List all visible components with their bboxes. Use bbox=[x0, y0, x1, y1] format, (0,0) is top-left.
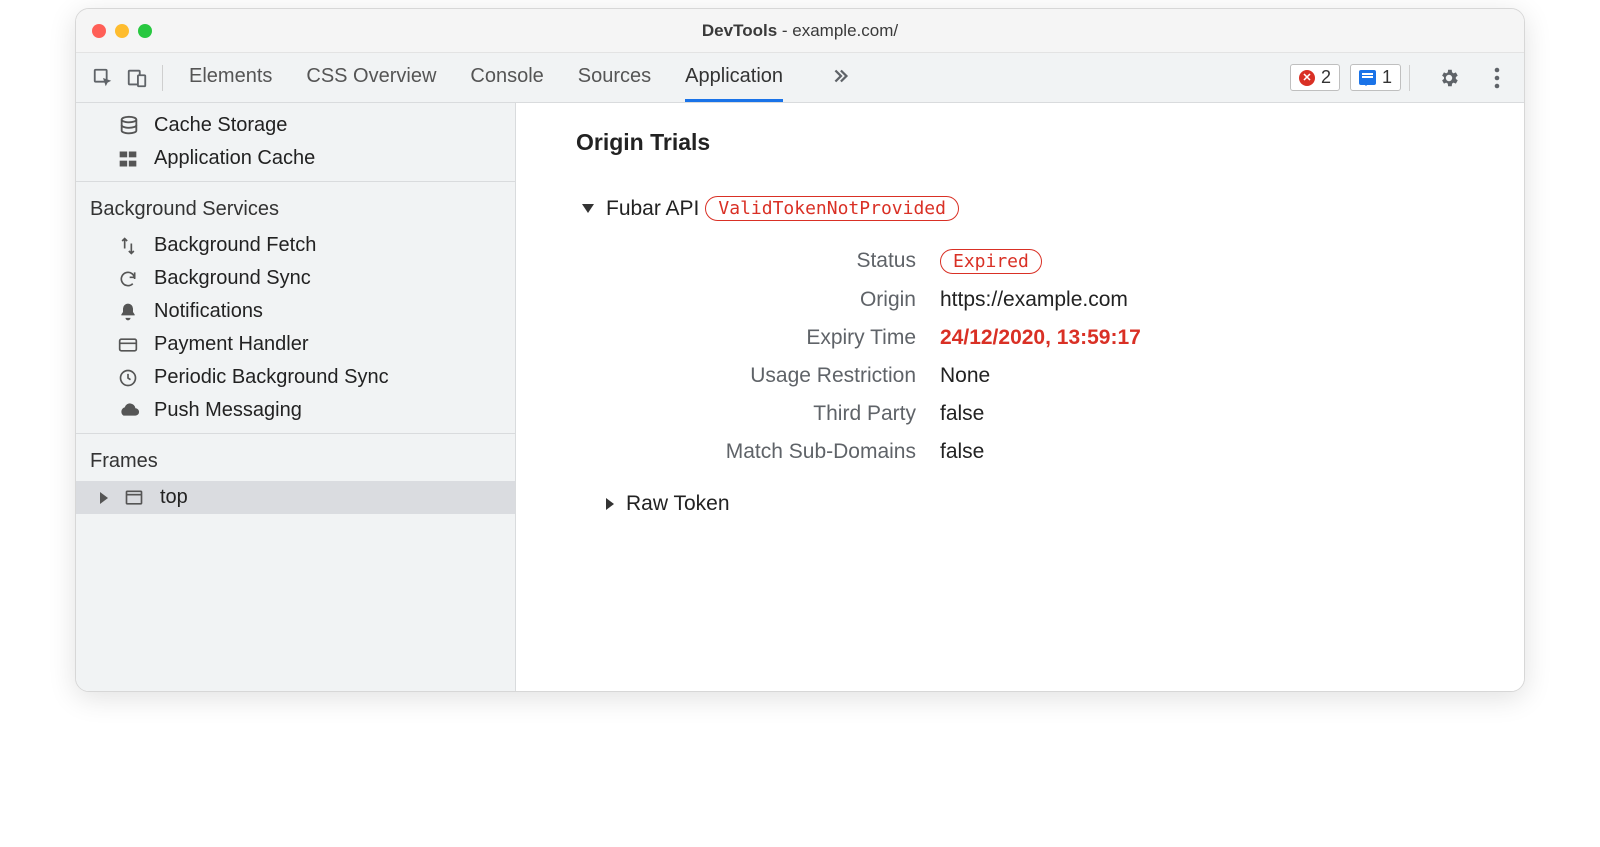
sidebar-item-frame-top[interactable]: top bbox=[76, 481, 515, 514]
tab-css-overview[interactable]: CSS Overview bbox=[306, 53, 436, 102]
trial-details-grid: Status Expired Origin https://example.co… bbox=[616, 249, 1464, 464]
status-pill: Expired bbox=[940, 249, 1042, 274]
sidebar-item-label: Periodic Background Sync bbox=[154, 366, 389, 389]
devtools-window: DevTools - example.com/ Elements CSS Ove… bbox=[75, 8, 1525, 692]
third-party-value: false bbox=[940, 402, 1464, 426]
titlebar: DevTools - example.com/ bbox=[76, 9, 1524, 53]
console-status-chips: ✕ 2 1 bbox=[1290, 64, 1401, 91]
expand-triangle-icon[interactable] bbox=[100, 492, 108, 504]
raw-token-label: Raw Token bbox=[626, 492, 730, 516]
sidebar-item-payment-handler[interactable]: Payment Handler bbox=[76, 328, 515, 361]
match-subdomains-label: Match Sub-Domains bbox=[616, 440, 916, 464]
toolbar-right-icons bbox=[1432, 61, 1514, 95]
sidebar-item-label: Cache Storage bbox=[154, 114, 287, 137]
sidebar-item-cache-storage[interactable]: Cache Storage bbox=[76, 109, 515, 142]
sidebar-item-background-sync[interactable]: Background Sync bbox=[76, 262, 515, 295]
sidebar-item-application-cache[interactable]: Application Cache bbox=[76, 142, 515, 175]
trial-name: Fubar API bbox=[606, 197, 699, 221]
toolbar: Elements CSS Overview Console Sources Ap… bbox=[76, 53, 1524, 103]
cache-section: Cache Storage Application Cache bbox=[76, 103, 515, 182]
grid-icon bbox=[118, 149, 142, 169]
usage-restriction-value: None bbox=[940, 364, 1464, 388]
sidebar-item-label: Push Messaging bbox=[154, 399, 302, 422]
more-menu-icon[interactable] bbox=[1480, 61, 1514, 95]
status-value: Expired bbox=[940, 249, 1464, 274]
cloud-icon bbox=[118, 401, 142, 421]
usage-restriction-label: Usage Restriction bbox=[616, 364, 916, 388]
expiry-label: Expiry Time bbox=[616, 326, 916, 350]
trial-header-row[interactable]: Fubar API ValidTokenNotProvided bbox=[582, 196, 1464, 221]
panel-body: Cache Storage Application Cache Backgrou… bbox=[76, 103, 1524, 691]
tab-sources[interactable]: Sources bbox=[578, 53, 651, 102]
tabs-overflow-button[interactable] bbox=[829, 53, 851, 102]
third-party-label: Third Party bbox=[616, 402, 916, 426]
panel-tabs: Elements CSS Overview Console Sources Ap… bbox=[189, 53, 1280, 102]
messages-count: 1 bbox=[1382, 67, 1392, 88]
minimize-window-button[interactable] bbox=[115, 24, 129, 38]
frames-header: Frames bbox=[76, 440, 515, 481]
toolbar-separator bbox=[162, 65, 163, 91]
sidebar-item-label: top bbox=[160, 486, 188, 509]
sidebar-item-label: Payment Handler bbox=[154, 333, 309, 356]
sidebar-item-label: Notifications bbox=[154, 300, 263, 323]
fullscreen-window-button[interactable] bbox=[138, 24, 152, 38]
settings-gear-icon[interactable] bbox=[1432, 61, 1466, 95]
sidebar-item-push-messaging[interactable]: Push Messaging bbox=[76, 394, 515, 427]
background-services-header: Background Services bbox=[76, 188, 515, 229]
fetch-arrows-icon bbox=[118, 236, 142, 256]
credit-card-icon bbox=[118, 335, 142, 355]
errors-chip[interactable]: ✕ 2 bbox=[1290, 64, 1340, 91]
background-services-section: Background Services Background Fetch Bac… bbox=[76, 182, 515, 434]
sidebar-item-label: Background Sync bbox=[154, 267, 311, 290]
origin-value: https://example.com bbox=[940, 288, 1464, 312]
sidebar-item-label: Application Cache bbox=[154, 147, 315, 170]
sidebar-item-notifications[interactable]: Notifications bbox=[76, 295, 515, 328]
origin-label: Origin bbox=[616, 288, 916, 312]
database-icon bbox=[118, 115, 142, 137]
title-url: example.com/ bbox=[792, 21, 898, 40]
title-sep: - bbox=[777, 21, 792, 40]
expiry-value: 24/12/2020, 13:59:17 bbox=[940, 326, 1464, 350]
status-label: Status bbox=[616, 249, 916, 274]
clock-icon bbox=[118, 368, 142, 388]
raw-token-row[interactable]: Raw Token bbox=[606, 492, 1464, 516]
tab-elements[interactable]: Elements bbox=[189, 53, 272, 102]
match-subdomains-value: false bbox=[940, 440, 1464, 464]
window-title: DevTools - example.com/ bbox=[76, 21, 1524, 41]
main-content: Origin Trials Fubar API ValidTokenNotPro… bbox=[516, 103, 1524, 691]
sync-icon bbox=[118, 269, 142, 289]
trial-status-pill: ValidTokenNotProvided bbox=[705, 196, 959, 221]
device-toggle-icon[interactable] bbox=[120, 61, 154, 95]
error-icon: ✕ bbox=[1299, 70, 1315, 86]
close-window-button[interactable] bbox=[92, 24, 106, 38]
frame-icon bbox=[124, 488, 148, 508]
frames-section: Frames top bbox=[76, 434, 515, 514]
messages-chip[interactable]: 1 bbox=[1350, 64, 1401, 91]
sidebar-item-periodic-background-sync[interactable]: Periodic Background Sync bbox=[76, 361, 515, 394]
errors-count: 2 bbox=[1321, 67, 1331, 88]
expand-triangle-icon[interactable] bbox=[606, 498, 614, 510]
tab-console[interactable]: Console bbox=[470, 53, 543, 102]
bell-icon bbox=[118, 302, 142, 322]
origin-trials-heading: Origin Trials bbox=[576, 129, 1464, 156]
title-app: DevTools bbox=[702, 21, 777, 40]
application-sidebar: Cache Storage Application Cache Backgrou… bbox=[76, 103, 516, 691]
sidebar-item-background-fetch[interactable]: Background Fetch bbox=[76, 229, 515, 262]
collapse-triangle-icon[interactable] bbox=[582, 204, 594, 213]
toolbar-separator-2 bbox=[1409, 65, 1410, 91]
message-icon bbox=[1359, 70, 1376, 85]
tab-application[interactable]: Application bbox=[685, 53, 783, 102]
inspect-element-icon[interactable] bbox=[86, 61, 120, 95]
traffic-lights bbox=[92, 24, 152, 38]
sidebar-item-label: Background Fetch bbox=[154, 234, 316, 257]
